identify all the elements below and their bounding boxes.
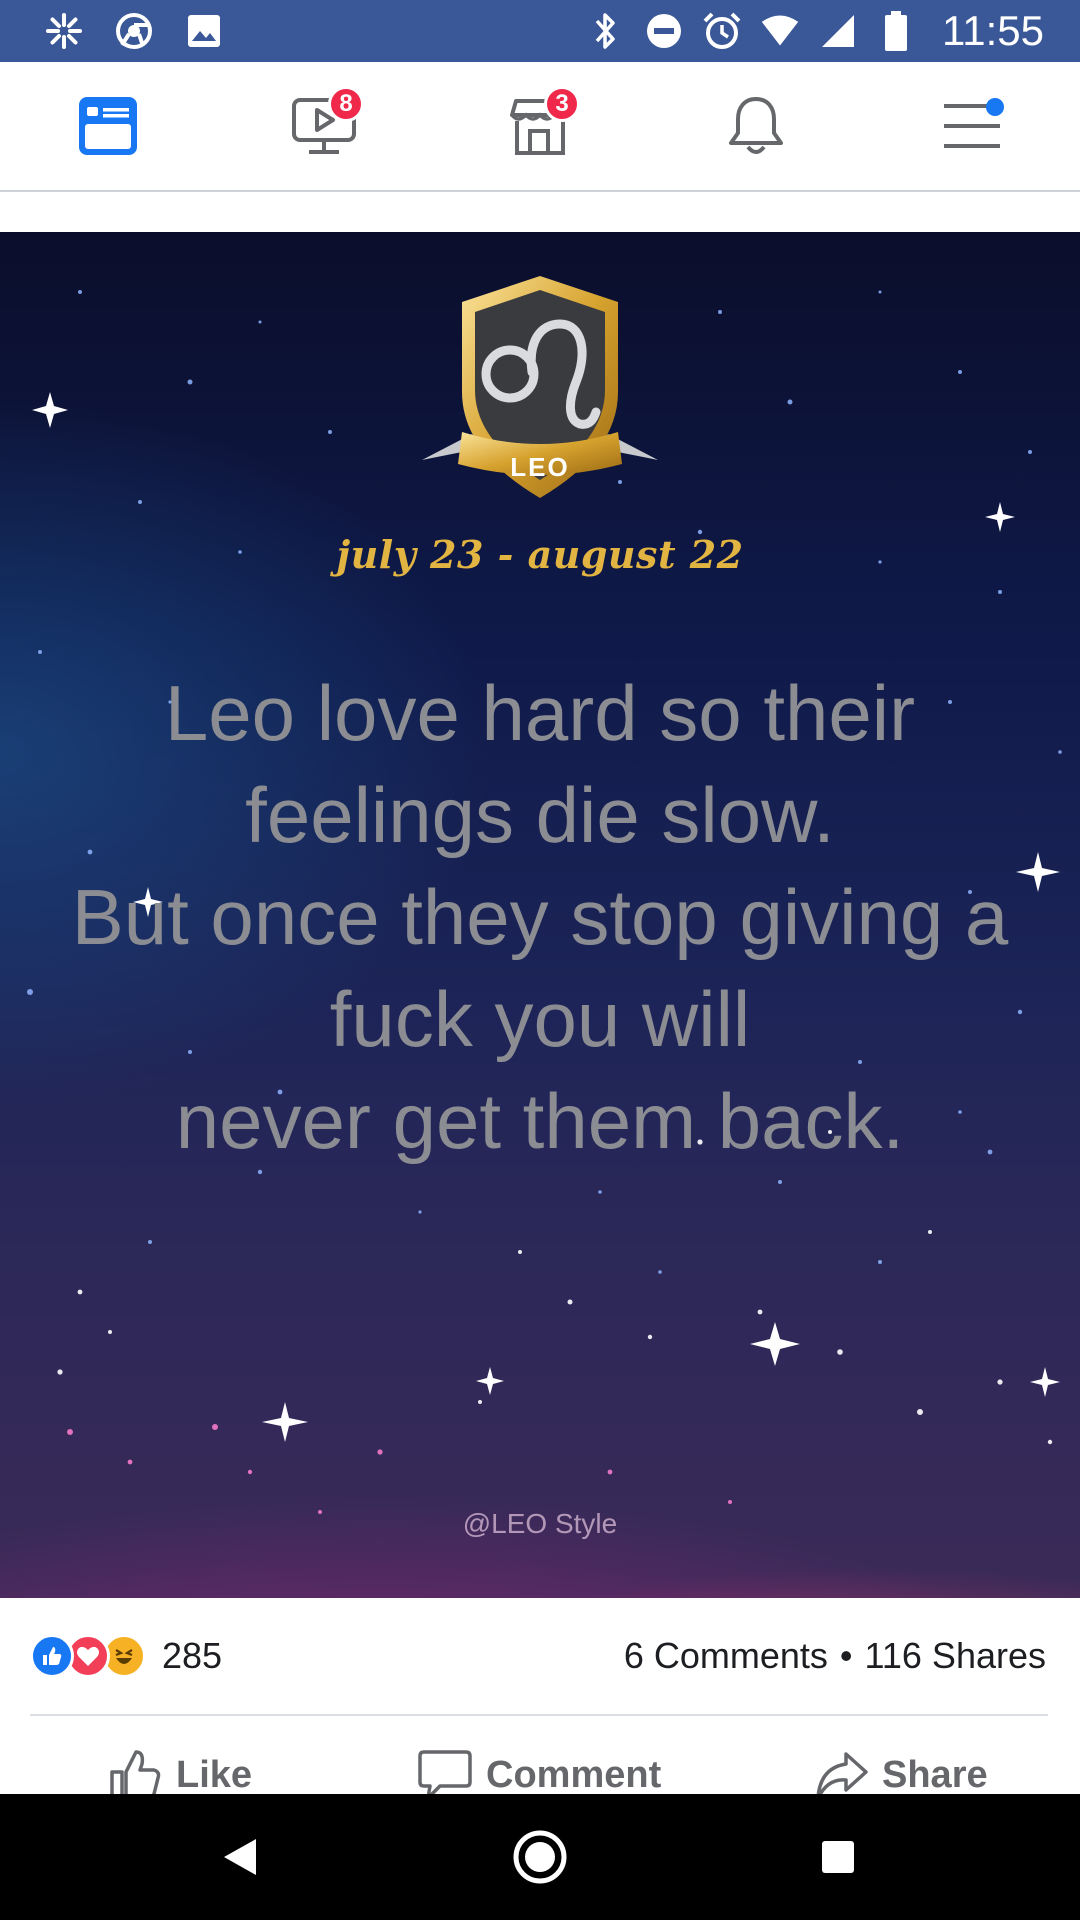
recents-icon xyxy=(822,1841,854,1873)
watermark: @LEO Style xyxy=(462,1508,618,1539)
alarm-icon xyxy=(702,11,742,51)
shares-count-link[interactable]: 116 Shares xyxy=(865,1635,1046,1677)
pinwheel-icon xyxy=(44,11,84,51)
quote-line: Leo love hard so their xyxy=(164,669,916,757)
reaction-count: 285 xyxy=(162,1635,223,1676)
watch-badge: 8 xyxy=(328,86,364,122)
tab-watch[interactable]: 8 xyxy=(276,80,372,172)
share-label: Share xyxy=(882,1753,988,1796)
leo-badge-label: LEO xyxy=(510,452,570,482)
wifi-icon xyxy=(760,11,800,51)
quote-line: But once they stop giving a xyxy=(71,873,1009,961)
back-icon xyxy=(224,1839,256,1875)
post-stats: 6 Comments • 116 Shares xyxy=(624,1628,1046,1684)
divider xyxy=(30,1714,1048,1716)
tab-menu[interactable] xyxy=(924,80,1020,172)
comment-label: Comment xyxy=(486,1753,662,1796)
home-button[interactable] xyxy=(508,1825,572,1889)
post-action-bar: Like Comment Share xyxy=(0,1728,1080,1800)
recents-button[interactable] xyxy=(806,1825,870,1889)
back-button[interactable] xyxy=(208,1825,272,1889)
chrome-icon xyxy=(114,11,154,51)
marketplace-badge: 3 xyxy=(544,86,580,122)
tab-notifications[interactable] xyxy=(708,80,804,172)
quote-line: never get them back. xyxy=(175,1077,905,1165)
do-not-disturb-icon xyxy=(644,11,684,51)
bluetooth-icon xyxy=(586,11,626,51)
zodiac-date-range: july 23 - august 22 xyxy=(336,532,744,577)
quote-line: feelings die slow. xyxy=(245,771,835,859)
quote-text: Leo love hard so their feelings die slow… xyxy=(10,662,1070,1172)
comments-count-link[interactable]: 6 Comments xyxy=(624,1635,828,1677)
stats-separator: • xyxy=(839,1635,853,1676)
system-navigation-bar xyxy=(0,1794,1080,1920)
image-icon xyxy=(184,11,224,51)
top-navigation-bar: 8 3 xyxy=(0,62,1080,192)
menu-notification-dot xyxy=(986,98,1004,116)
news-feed-icon xyxy=(79,97,137,155)
like-reaction-icon xyxy=(30,1634,74,1678)
clock: 11:55 xyxy=(942,7,1044,54)
reactions-summary[interactable]: 285 xyxy=(30,1628,222,1684)
status-bar: 11:55 xyxy=(0,0,1080,62)
post-image[interactable]: LEO july 23 - august 22 Leo love hard so… xyxy=(0,232,1080,1598)
home-icon xyxy=(513,1830,567,1884)
quote-line: fuck you will xyxy=(329,975,751,1063)
signal-icon xyxy=(818,11,858,51)
tab-news-feed[interactable] xyxy=(60,80,156,172)
bell-icon xyxy=(729,97,783,154)
tab-marketplace[interactable]: 3 xyxy=(492,80,588,172)
battery-icon xyxy=(876,11,916,51)
like-label: Like xyxy=(176,1753,253,1796)
